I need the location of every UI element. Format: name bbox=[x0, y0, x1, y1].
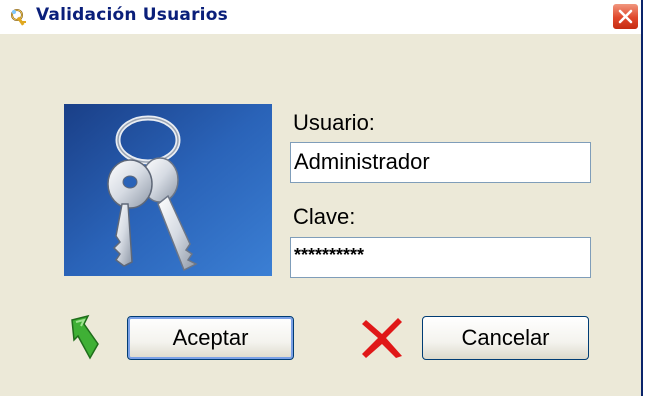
login-dialog: Validación Usuarios Usuario: Administrad… bbox=[0, 0, 643, 396]
close-icon bbox=[618, 9, 633, 24]
cancel-button[interactable]: Cancelar bbox=[422, 316, 589, 360]
keys-icon bbox=[11, 9, 26, 26]
user-input[interactable]: Administrador bbox=[290, 142, 591, 183]
password-input[interactable]: ********** bbox=[290, 237, 591, 278]
accept-button[interactable]: Aceptar bbox=[127, 316, 294, 360]
red-x-icon bbox=[362, 318, 402, 358]
window-title: Validación Usuarios bbox=[36, 5, 228, 25]
keys-image bbox=[64, 104, 272, 276]
password-label: Clave: bbox=[293, 204, 356, 229]
green-arrow-icon bbox=[71, 314, 99, 360]
title-bar[interactable]: Validación Usuarios bbox=[0, 0, 641, 34]
close-button[interactable] bbox=[612, 3, 639, 30]
user-label: Usuario: bbox=[293, 110, 375, 135]
